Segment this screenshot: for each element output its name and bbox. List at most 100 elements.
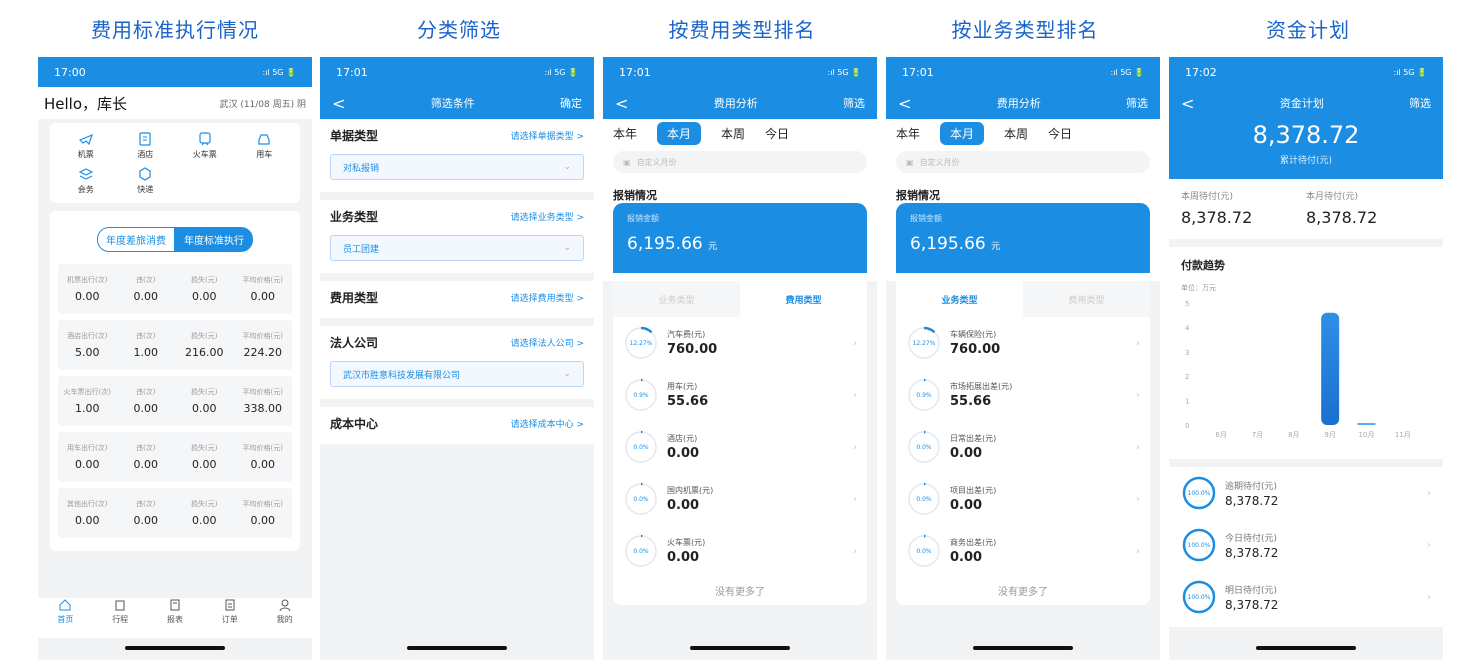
range-year[interactable]: 本年 [613, 125, 637, 142]
tab-order[interactable]: 订单 [202, 598, 257, 638]
tab-trip[interactable]: 行程 [93, 598, 148, 638]
tab-home[interactable]: 首页 [38, 598, 93, 638]
filter-header[interactable]: 业务类型 请选择业务类型 > [330, 208, 584, 225]
filter-button[interactable]: 筛选 [843, 95, 865, 111]
quick-hotel[interactable]: 酒店 [116, 131, 176, 160]
filter-select-link[interactable]: 请选择费用类型 > [511, 291, 584, 304]
stat-value: 0.00 [250, 458, 276, 471]
back-button[interactable]: < [1181, 94, 1194, 113]
filter-button[interactable]: 筛选 [1409, 95, 1431, 111]
rank-item[interactable]: 0.9% 用车(元) 55.66 › [613, 369, 867, 421]
report-icon [170, 599, 180, 611]
stat-cell: 违(次) 1.00 [117, 331, 176, 359]
back-button[interactable]: < [332, 94, 345, 113]
quick-car[interactable]: 用车 [235, 131, 295, 160]
rank-item[interactable]: 0.9% 市场拓展出差(元) 55.66 › [896, 369, 1150, 421]
phone-fee-rank: 17:01:ıl 5G 🔋 < 费用分析 筛选 本年 本月 本周 今日 ▣ 自定义月份 报销… [603, 57, 877, 660]
filter-select-link[interactable]: 请选择单据类型 > [511, 129, 584, 142]
quick-flight[interactable]: 机票 [56, 131, 116, 160]
filter-select-link[interactable]: 请选择业务类型 > [511, 210, 584, 223]
month-picker[interactable]: ▣ 自定义月份 [896, 151, 1150, 173]
toggle-standard[interactable]: 年度标准执行 [175, 227, 253, 252]
range-year[interactable]: 本年 [896, 125, 920, 142]
filter-header[interactable]: 法人公司 请选择法人公司 > [330, 334, 584, 351]
range-month[interactable]: 本月 [657, 121, 702, 145]
percent-text: 0.0% [633, 548, 649, 555]
rank-item[interactable]: 0.0% 项目出差(元) 0.00 › [896, 473, 1150, 525]
nav-title: 费用分析 [996, 97, 1041, 110]
nav-title: 筛选条件 [430, 97, 475, 110]
status-time: 17:00 [54, 65, 86, 79]
chevron-right-icon: › [1136, 441, 1140, 453]
filter-button[interactable]: 筛选 [1126, 95, 1148, 111]
stat-cell: 损失(元) 0.00 [175, 387, 234, 415]
calendar-icon: ▣ [906, 157, 914, 167]
percent-ring: 0.0% [624, 430, 658, 464]
range-week[interactable]: 本周 [1004, 125, 1028, 142]
x-tick-label: 8月 [1288, 431, 1299, 439]
item-name: 商务出差(元) [950, 538, 997, 547]
chevron-down-icon: ⌄ [563, 369, 571, 379]
toggle-travel-spend[interactable]: 年度差旅消费 [97, 227, 175, 252]
percent-text: 0.0% [633, 444, 649, 451]
filter-header[interactable]: 单据类型 请选择单据类型 > [330, 127, 584, 144]
filter-header[interactable]: 费用类型 请选择费用类型 > [330, 289, 584, 306]
filter-value: 对私报销 [343, 163, 380, 174]
luggage-icon [115, 600, 125, 611]
filter-select-link[interactable]: 请选择成本中心 > [511, 417, 584, 430]
percent-text: 0.0% [633, 496, 649, 503]
rank-item[interactable]: 12.27% 车辆保险(元) 760.00 › [896, 317, 1150, 369]
caption-filter: 分类筛选 [417, 18, 501, 42]
filter-value-box[interactable]: 武汉市胜意科技发展有限公司 ⌄ [330, 361, 584, 387]
stat-cell: 平均价格(元) 0.00 [234, 443, 293, 471]
confirm-button[interactable]: 确定 [560, 95, 582, 111]
rank-item[interactable]: 0.0% 日常出差(元) 0.00 › [896, 421, 1150, 473]
box-icon [139, 167, 151, 181]
filter-select-link[interactable]: 请选择法人公司 > [511, 336, 584, 349]
filter-value-box[interactable]: 对私报销 ⌄ [330, 154, 584, 180]
filter-header[interactable]: 成本中心 请选择成本中心 > [330, 415, 584, 432]
tab-biz-type[interactable]: 业务类型 [896, 281, 1023, 317]
range-month[interactable]: 本月 [940, 121, 985, 145]
filter-title: 法人公司 [330, 336, 379, 350]
month-picker[interactable]: ▣ 自定义月份 [613, 151, 867, 173]
range-today[interactable]: 今日 [1048, 125, 1072, 142]
status-icons: :ıl 5G 🔋 [1393, 67, 1427, 77]
quick-express[interactable]: 快递 [116, 166, 176, 195]
plan-item[interactable]: 100.0% 今日待付(元) 8,378.72 › [1169, 519, 1443, 571]
rank-item[interactable]: 0.0% 国内机票(元) 0.00 › [613, 473, 867, 525]
stat-cell: 用车出行(次) 0.00 [58, 443, 117, 471]
quick-train[interactable]: 火车票 [175, 131, 235, 160]
plan-item[interactable]: 100.0% 明日待付(元) 8,378.72 › [1169, 571, 1443, 623]
quick-meeting[interactable]: 会务 [56, 166, 116, 195]
chevron-right-icon: › [853, 441, 857, 453]
rank-item[interactable]: 0.0% 商务出差(元) 0.00 › [896, 525, 1150, 577]
stat-value: 0.00 [75, 290, 100, 303]
tab-fee-type[interactable]: 费用类型 [740, 281, 867, 317]
percent-text: 100.0% [1188, 490, 1211, 497]
tab-report[interactable]: 报表 [148, 598, 203, 638]
percent-text: 0.0% [916, 548, 932, 555]
back-button[interactable]: < [615, 94, 628, 113]
range-today[interactable]: 今日 [765, 125, 789, 142]
plan-item[interactable]: 100.0% 逾期待付(元) 8,378.72 › [1169, 467, 1443, 519]
stat-cell: 损失(元) 216.00 [175, 331, 234, 359]
tab-biz-type[interactable]: 业务类型 [613, 281, 740, 317]
caption-biz-rank: 按业务类型排名 [951, 18, 1099, 42]
tab-fee-type[interactable]: 费用类型 [1023, 281, 1150, 317]
rank-item[interactable]: 0.0% 酒店(元) 0.00 › [613, 421, 867, 473]
range-week[interactable]: 本周 [721, 125, 745, 142]
stat-value: 0.00 [75, 458, 100, 471]
tab-mine[interactable]: 我的 [257, 598, 312, 638]
amount-card: 报销金额 6,195.66 元 [613, 203, 867, 273]
weather-date[interactable]: 武汉 (11/08 周五) 阴 [219, 97, 306, 110]
stat-cell: 其他出行(次) 0.00 [58, 499, 117, 527]
tab-label: 我的 [276, 615, 293, 624]
item-value: 760.00 [950, 342, 1001, 357]
stat-label: 酒店出行(次) [67, 332, 108, 340]
stat-cell: 机票出行(次) 0.00 [58, 275, 117, 303]
rank-item[interactable]: 12.27% 汽车费(元) 760.00 › [613, 317, 867, 369]
back-button[interactable]: < [898, 94, 911, 113]
filter-value-box[interactable]: 员工团建 ⌄ [330, 235, 584, 261]
rank-item[interactable]: 0.0% 火车票(元) 0.00 › [613, 525, 867, 577]
